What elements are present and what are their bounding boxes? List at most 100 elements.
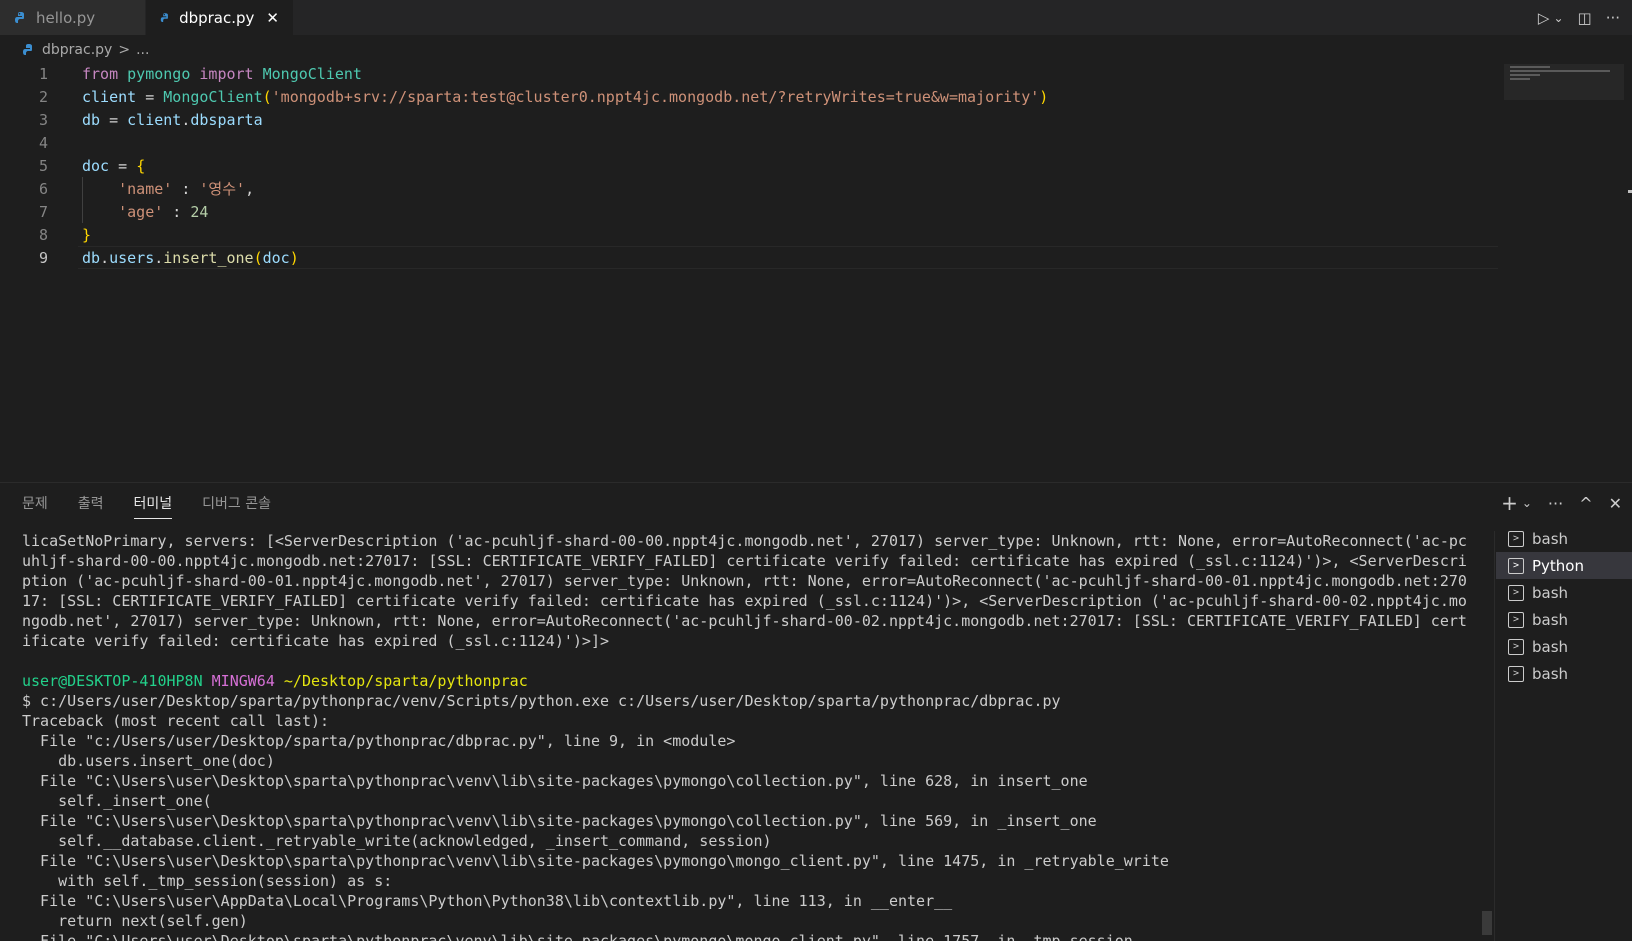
terminal-text: with self._tmp_session(session) as s:	[22, 872, 393, 890]
panel-tab[interactable]: 출력	[78, 483, 104, 523]
terminal-line: self.__database.client._retryable_write(…	[22, 831, 1474, 851]
terminal-line: File "C:\Users\user\Desktop\sparta\pytho…	[22, 851, 1474, 871]
python-file-icon	[160, 12, 168, 22]
terminal-text: 17: [SSL: CERTIFICATE_VERIFY_FAILED] cer…	[22, 592, 1467, 610]
code-line[interactable]: 9 db.users.insert_one(doc)	[0, 246, 1500, 269]
terminal-text: File "c:/Users/user/Desktop/sparta/pytho…	[22, 732, 736, 750]
terminal-list-label: bash	[1532, 637, 1569, 656]
minimap[interactable]	[1504, 64, 1624, 100]
code-token: db	[82, 110, 101, 129]
panel-tab[interactable]: 문제	[22, 483, 48, 523]
terminal-text: ption ('ac-pcuhljf-shard-00-01.nppt4jc.m…	[22, 572, 1467, 590]
terminal-line: File "C:\Users\user\Desktop\sparta\pytho…	[22, 771, 1474, 791]
terminal-icon: >	[1508, 584, 1524, 601]
more-actions-icon[interactable]: ···	[1606, 9, 1620, 27]
tab-hello-py[interactable]: hello.py	[0, 0, 146, 35]
terminal-text: File "C:\Users\user\AppData\Local\Progra…	[22, 892, 953, 910]
line-number: 9	[38, 248, 48, 267]
split-editor-icon[interactable]: ◫	[1578, 9, 1592, 27]
tab-dbprac-py[interactable]: dbprac.py ✕	[146, 0, 294, 35]
code-token: client	[127, 110, 182, 129]
terminal-text: File "C:\Users\user\Desktop\sparta\pytho…	[22, 812, 1097, 830]
panel-tab[interactable]: 터미널	[133, 483, 172, 523]
terminal-list-item[interactable]: > bash	[1496, 606, 1632, 633]
code-token: 24	[190, 202, 209, 221]
terminal-text: File "C:\Users\user\Desktop\sparta\pytho…	[22, 772, 1088, 790]
code-line[interactable]: 2 client = MongoClient('mongodb+srv://spa…	[0, 85, 1500, 108]
code-token: .	[100, 248, 110, 267]
code-line[interactable]: 5 doc = {	[0, 154, 1500, 177]
terminal-text: self._insert_one(	[22, 792, 212, 810]
line-number: 3	[38, 110, 48, 129]
terminal-icon: >	[1508, 557, 1524, 574]
line-number: 2	[38, 87, 48, 106]
chevron-down-icon[interactable]: ⌄	[1553, 11, 1563, 25]
code-token: users	[109, 248, 155, 267]
code-editor[interactable]: 1 from pymongo import MongoClient 2 client …	[0, 62, 1632, 480]
terminal-text: self.__database.client._retryable_write(…	[22, 832, 772, 850]
terminal-line: File "C:\Users\user\Desktop\sparta\pytho…	[22, 931, 1474, 941]
terminal-icon: >	[1508, 530, 1524, 547]
code-line[interactable]: 8}	[0, 223, 1500, 246]
code-token: 'age'	[118, 202, 164, 221]
code-token: client	[82, 87, 137, 106]
close-icon[interactable]: ✕	[266, 9, 279, 27]
line-number: 1	[38, 64, 48, 83]
python-file-icon	[15, 11, 24, 23]
code-token: ,	[245, 180, 255, 198]
terminal-text: ngodb.net', 27017) server_type: Unknown,…	[22, 612, 1467, 630]
code-text: 'name' : '영수',	[82, 178, 254, 199]
code-line[interactable]: 1 from pymongo import MongoClient	[0, 62, 1500, 85]
code-token: '영수'	[199, 180, 246, 198]
terminal-line: 17: [SSL: CERTIFICATE_VERIFY_FAILED] cer…	[22, 591, 1474, 611]
terminal-list-item[interactable]: > Python	[1496, 552, 1632, 579]
code-token: :	[163, 202, 191, 221]
terminal-output[interactable]: licaSetNoPrimary, servers: [<ServerDescr…	[22, 531, 1474, 941]
code-token: :	[172, 180, 200, 198]
terminal-divider[interactable]	[1494, 531, 1495, 941]
line-number: 5	[38, 156, 48, 175]
terminal-line: with self._tmp_session(session) as s:	[22, 871, 1474, 891]
code-line[interactable]: 7 'age' : 24	[0, 200, 1500, 223]
maximize-panel-icon[interactable]: ^	[1579, 494, 1592, 513]
terminal-list-item[interactable]: > bash	[1496, 579, 1632, 606]
more-actions-icon[interactable]: ···	[1548, 494, 1563, 513]
code-line[interactable]: 3 db = client.dbsparta	[0, 108, 1500, 131]
run-icon[interactable]: ▷	[1538, 9, 1550, 27]
terminal-list-item[interactable]: > bash	[1496, 525, 1632, 552]
terminal-text: return next(self.gen)	[22, 912, 248, 930]
code-line[interactable]: 6 'name' : '영수',	[0, 177, 1500, 200]
terminal-scrollbar[interactable]	[1482, 911, 1492, 935]
add-terminal-icon[interactable]: +	[1501, 491, 1518, 515]
python-file-icon	[23, 44, 32, 55]
breadcrumb-rest[interactable]: ...	[136, 42, 149, 58]
editor-actions: ▷ ⌄ ◫ ···	[1538, 0, 1620, 35]
terminal-line: db.users.insert_one(doc)	[22, 751, 1474, 771]
code-token: insert_one	[163, 248, 254, 267]
chevron-down-icon[interactable]: ⌄	[1522, 496, 1532, 510]
editor-tab-bar: hello.py dbprac.py ✕ ▷ ⌄ ◫ ···	[0, 0, 1632, 35]
terminal-list-item[interactable]: > bash	[1496, 660, 1632, 687]
code-line[interactable]: 4	[0, 131, 1500, 154]
terminal-list-label: bash	[1532, 583, 1569, 602]
terminal-list-label: Python	[1532, 556, 1584, 575]
panel-tab[interactable]: 디버그 콘솔	[202, 483, 271, 523]
code-text: client = MongoClient('mongodb+srv://spar…	[82, 88, 1048, 106]
line-number: 4	[38, 133, 48, 152]
line-number: 7	[38, 202, 48, 221]
code-token: doc	[262, 248, 290, 267]
scrollbar-marker	[1628, 190, 1632, 193]
code-text: db.users.insert_one(doc)	[82, 249, 299, 267]
terminal-line: ificate verify failed: certificate has e…	[22, 631, 1474, 651]
terminal-list-label: bash	[1532, 664, 1569, 683]
terminal-list-label: bash	[1532, 610, 1569, 629]
close-panel-icon[interactable]: ✕	[1609, 494, 1622, 513]
terminal-list-item[interactable]: > bash	[1496, 633, 1632, 660]
breadcrumb-file[interactable]: dbprac.py	[42, 42, 112, 58]
terminal-line: return next(self.gen)	[22, 911, 1474, 931]
